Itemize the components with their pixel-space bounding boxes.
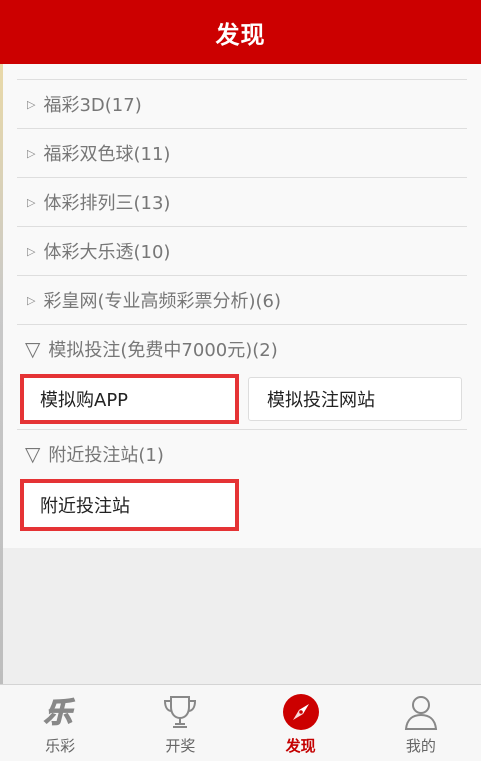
tab-label: 我的: [405, 737, 436, 755]
collapse-triangle-icon: ▽: [25, 442, 41, 466]
expand-triangle-icon: ▷: [27, 195, 36, 209]
option-label: 附近投注站: [40, 496, 130, 517]
sim-website-button[interactable]: 模拟投注网站: [248, 377, 462, 421]
list-item-daletou[interactable]: ▷ 体彩大乐透(10): [17, 227, 467, 276]
bottom-tab-bar: 乐 乐彩 开奖 发现 我的: [0, 684, 481, 761]
collapse-triangle-icon: ▽: [25, 337, 41, 361]
page-title: 发现: [215, 20, 266, 49]
expand-triangle-icon: ▷: [27, 146, 36, 160]
tab-label: 开奖: [165, 737, 196, 755]
person-icon: [400, 691, 442, 733]
list-item-simulated-betting[interactable]: ▽ 模拟投注(免费中7000元)(2): [17, 325, 467, 373]
sim-app-button[interactable]: 模拟购APP: [20, 374, 239, 424]
tab-label: 乐彩: [45, 737, 76, 755]
list-item-caihuangwang[interactable]: ▷ 彩皇网(专业高频彩票分析)(6): [17, 276, 467, 325]
trophy-icon: [159, 691, 201, 733]
discover-list: ▷ 福彩3D(17) ▷ 福彩双色球(11) ▷ 体彩排列三(13) ▷ 体彩大…: [3, 64, 481, 548]
option-label: 模拟购APP: [40, 390, 129, 411]
nearby-station-button[interactable]: 附近投注站: [20, 479, 239, 531]
list-item-label: 附近投注站(1): [48, 445, 164, 466]
tab-lecai[interactable]: 乐 乐彩: [0, 685, 120, 761]
list-item-shuangseqiu[interactable]: ▷ 福彩双色球(11): [17, 129, 467, 178]
tab-discover[interactable]: 发现: [241, 685, 361, 761]
lecai-icon: 乐: [39, 691, 81, 733]
svg-text:乐: 乐: [44, 696, 75, 729]
list-item-label: 福彩3D(17): [43, 95, 142, 116]
list-item-pailiesan[interactable]: ▷ 体彩排列三(13): [17, 178, 467, 227]
compass-icon: [280, 691, 322, 733]
header: 发现: [0, 0, 481, 64]
list-item-label: 彩皇网(专业高频彩票分析)(6): [43, 291, 282, 312]
tab-label: 发现: [285, 737, 316, 755]
tab-lottery-results[interactable]: 开奖: [120, 685, 240, 761]
expand-triangle-icon: ▷: [27, 97, 36, 111]
list-item-nearby-stations[interactable]: ▽ 附近投注站(1): [17, 430, 467, 478]
expand-triangle-icon: ▷: [27, 244, 36, 258]
list-item-fucai-3d[interactable]: ▷ 福彩3D(17): [17, 80, 467, 129]
list-item-label: 体彩大乐透(10): [43, 242, 171, 263]
expand-triangle-icon: ▷: [27, 293, 36, 307]
list-item-label: 福彩双色球(11): [43, 144, 171, 165]
option-label: 模拟投注网站: [267, 390, 375, 411]
list-item-label: 体彩排列三(13): [43, 193, 171, 214]
tab-mine[interactable]: 我的: [361, 685, 481, 761]
list-item-label: 模拟投注(免费中7000元)(2): [48, 340, 278, 361]
